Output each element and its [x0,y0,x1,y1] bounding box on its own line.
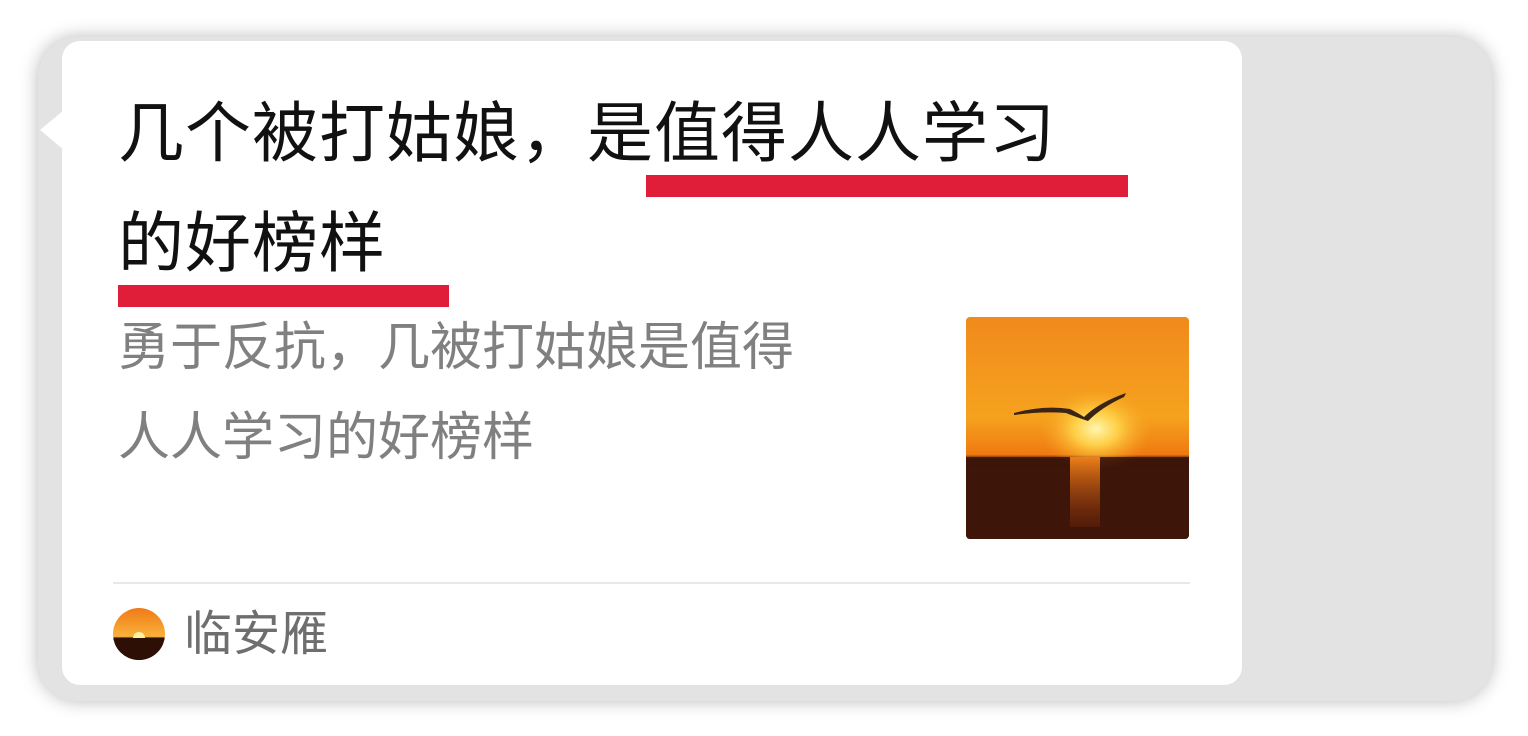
title-highlight-underline-2 [118,285,449,307]
card-description-line-2: 人人学习的好榜样 [118,408,535,468]
source-account-name[interactable]: 临安雁 [184,604,328,664]
sunset-seagull-image [966,317,1189,539]
sunset-avatar-icon [113,608,165,660]
card-divider [113,582,1190,584]
title-highlight-underline-1 [646,175,1128,197]
card-title-line-2: 的好榜样 [118,205,386,282]
card-title-line-1: 几个被打姑娘，是值得人人学习 [118,95,1056,172]
bubble-tail [40,110,64,150]
card-description-line-1: 勇于反抗，几被打姑娘是值得 [118,318,795,378]
